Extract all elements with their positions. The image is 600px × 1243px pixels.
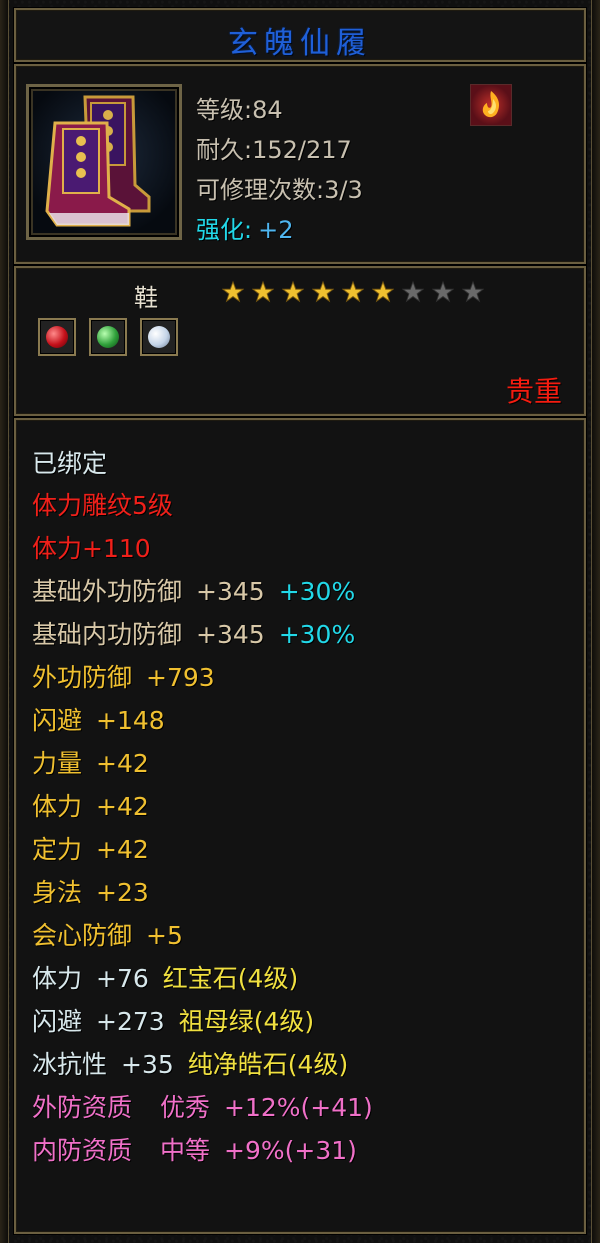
- item-header: 等级:84 耐久:152/217 可修理次数:3/3 强化: +2: [14, 64, 586, 264]
- engrave-name: 体力雕纹5级: [32, 491, 173, 520]
- item-name: 玄魄仙履: [228, 26, 372, 61]
- gem-slot-diamond[interactable]: [140, 318, 179, 356]
- item-enhance: 强化: +2: [196, 210, 293, 245]
- engrave-stat: 体力+110: [32, 534, 151, 563]
- item-durability: 耐久:152/217: [196, 136, 352, 164]
- stat-agility: 身法 +23: [32, 878, 149, 907]
- bound-status: 已绑定: [32, 449, 108, 478]
- boots-icon: [45, 95, 151, 227]
- gem-slot-emerald[interactable]: [89, 318, 128, 356]
- star-empty-icon: [462, 280, 484, 303]
- rarity-label: 贵重: [505, 375, 562, 408]
- diamond-gem-icon: [148, 326, 171, 348]
- star-icon: [282, 280, 304, 303]
- stat-crit-def: 会心防御 +5: [32, 921, 183, 950]
- enhance-label: 强化:: [196, 216, 253, 244]
- star-icon: [252, 280, 274, 303]
- stat-quality-inner: 内防资质 中等 +9%(+31): [32, 1136, 357, 1165]
- left-border: [0, 0, 9, 1243]
- gem-slots: [38, 318, 186, 360]
- star-icon: [222, 280, 244, 303]
- star-icon: [312, 280, 334, 303]
- stat-gem-emerald: 闪避 +273 祖母绿(4级): [32, 1007, 315, 1036]
- stat-stamina: 体力 +42: [32, 792, 149, 821]
- gem-slot-ruby[interactable]: [38, 318, 76, 356]
- item-tooltip: 玄魄仙履 等级:84 耐久:152/217 可修理次数:3/3 强化: +2 鞋…: [0, 0, 600, 1243]
- stat-quality-outer: 外防资质 优秀 +12%(+41): [32, 1093, 373, 1122]
- right-border: [591, 0, 600, 1243]
- fire-spirit-icon[interactable]: [470, 84, 512, 126]
- item-repairs: 可修理次数:3/3: [196, 176, 363, 204]
- stat-outer-def: 外功防御 +793: [32, 663, 215, 692]
- flame-icon: [482, 91, 499, 118]
- ruby-gem-icon: [46, 326, 68, 348]
- enhance-value: +2: [258, 216, 294, 244]
- stat-focus: 定力 +42: [32, 835, 149, 864]
- star-empty-icon: [402, 280, 424, 303]
- item-level: 等级:84: [196, 96, 283, 124]
- stat-gem-ruby: 体力 +76 红宝石(4级): [32, 964, 299, 993]
- star-rating: [222, 280, 492, 310]
- star-icon: [372, 280, 394, 303]
- stat-strength: 力量 +42: [32, 749, 149, 778]
- stat-base-outer-def: 基础外功防御 +345 +30%: [32, 577, 356, 606]
- stat-dodge: 闪避 +148: [32, 706, 165, 735]
- stats-panel: 已绑定 体力雕纹5级 体力+110 基础外功防御 +345 +30% 基础内功防御 +…: [14, 418, 586, 1234]
- stat-gem-diamond: 冰抗性 +35 纯净皓石(4级): [32, 1050, 349, 1079]
- title-bar: 玄魄仙履: [14, 8, 586, 62]
- star-icon: [342, 280, 364, 303]
- star-empty-icon: [432, 280, 454, 303]
- stat-base-inner-def: 基础内功防御 +345 +30%: [32, 620, 356, 649]
- item-type: 鞋: [134, 284, 158, 312]
- emerald-gem-icon: [97, 326, 120, 348]
- item-icon-frame: [26, 84, 182, 240]
- item-summary: 鞋 贵重: [14, 266, 586, 416]
